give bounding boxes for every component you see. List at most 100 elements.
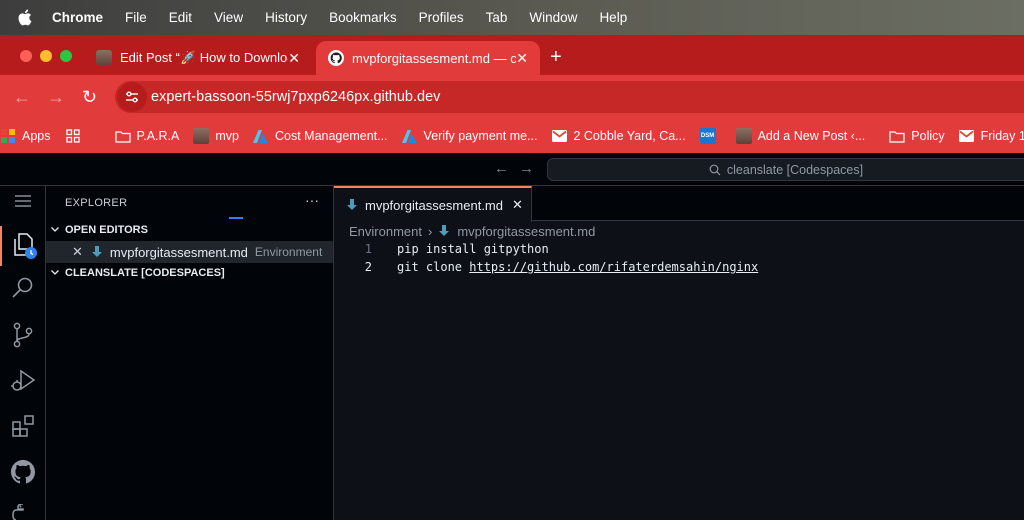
menu-view[interactable]: View bbox=[214, 10, 243, 25]
menu-history[interactable]: History bbox=[265, 10, 307, 25]
editor-tabs: mvpforgitassesment.md ✕ bbox=[334, 186, 1024, 222]
avatar-icon bbox=[96, 50, 112, 66]
open-editors-section[interactable]: OPEN EDITORS bbox=[46, 219, 334, 241]
menu-file[interactable]: File bbox=[125, 10, 147, 25]
menu-icon[interactable] bbox=[0, 194, 46, 208]
chevron-down-icon bbox=[50, 224, 62, 237]
code-text[interactable]: git clone https://github.com/rifaterdems… bbox=[397, 260, 758, 274]
gmail-icon bbox=[959, 128, 975, 144]
bookmark-cost-management[interactable]: Cost Management... bbox=[253, 128, 388, 144]
go-back-icon[interactable]: ← bbox=[494, 160, 509, 177]
dsm-icon: DSM bbox=[699, 128, 716, 144]
menu-bookmarks[interactable]: Bookmarks bbox=[329, 10, 397, 25]
code-text[interactable]: pip install gitpython bbox=[397, 242, 549, 256]
go-forward-icon[interactable]: → bbox=[519, 160, 534, 177]
editor-tab-label: mvpforgitassesment.md bbox=[365, 197, 503, 213]
open-editor-item[interactable]: ✕ mvpforgitassesment.md Environment bbox=[46, 241, 333, 263]
forward-arrow-icon[interactable]: → bbox=[47, 87, 65, 108]
bookmark-grid[interactable] bbox=[65, 128, 87, 144]
tab-title: Edit Post “🚀 How to Downloa bbox=[120, 50, 289, 65]
azure-icon bbox=[253, 128, 269, 144]
line-number: 1 bbox=[364, 242, 372, 256]
code-line[interactable]: 1 pip install gitpython bbox=[334, 240, 549, 258]
breadcrumb: Environment › mvpforgitassesment.md bbox=[349, 223, 595, 239]
github-icon bbox=[328, 50, 344, 66]
browser-tab-edit-post[interactable]: Edit Post “🚀 How to Downloa ✕ bbox=[84, 41, 312, 75]
code-command: git clone bbox=[397, 260, 470, 274]
bookmark-add-new-post[interactable]: Add a New Post ‹... bbox=[735, 128, 865, 144]
command-center-label: cleanslate [Codespaces] bbox=[726, 162, 864, 177]
code-line[interactable]: 2 git clone https://github.com/rifaterde… bbox=[334, 258, 758, 276]
breadcrumb-item[interactable]: Environment bbox=[349, 224, 422, 239]
editor-tab-active[interactable]: mvpforgitassesment.md ✕ bbox=[334, 186, 532, 222]
github-icon[interactable] bbox=[0, 460, 46, 484]
bookmark-cobble-yard[interactable]: 2 Cobble Yard, Ca... bbox=[551, 128, 686, 144]
gmail-icon bbox=[551, 128, 567, 144]
new-tab-button[interactable]: + bbox=[550, 46, 562, 69]
macos-menubar: Chrome File Edit View History Bookmarks … bbox=[0, 0, 1024, 35]
bookmark-apps[interactable]: Apps bbox=[0, 128, 51, 144]
explorer-sidebar: EXPLORER ··· OPEN EDITORS ✕ mvpforgitass… bbox=[46, 186, 334, 520]
bookmark-para[interactable]: P.A.R.A bbox=[114, 128, 179, 144]
maximize-window-button[interactable] bbox=[60, 50, 72, 62]
workspace-label: CLEANSLATE [CODESPACES] bbox=[65, 267, 225, 279]
command-center[interactable]: cleanslate [Codespaces] bbox=[547, 158, 1024, 181]
markdown-file-icon bbox=[438, 225, 450, 237]
minimize-window-button[interactable] bbox=[40, 50, 52, 62]
codespace-titlebar: ← → cleanslate [Codespaces] bbox=[0, 153, 1024, 186]
menu-tab[interactable]: Tab bbox=[486, 10, 508, 25]
azure-icon bbox=[402, 128, 418, 144]
folder-icon bbox=[889, 128, 905, 144]
bookmark-dsm[interactable]: DSM bbox=[699, 128, 722, 144]
more-actions-icon[interactable]: ··· bbox=[305, 192, 319, 208]
markdown-file-icon bbox=[346, 199, 358, 211]
address-text[interactable]: expert-bassoon-55rwj7pxp6246px.github.de… bbox=[151, 89, 440, 105]
apple-icon[interactable] bbox=[17, 9, 37, 26]
search-icon[interactable] bbox=[0, 276, 46, 300]
chevron-right-icon: › bbox=[427, 223, 433, 239]
workspace-section[interactable]: CLEANSLATE [CODESPACES] bbox=[46, 262, 334, 284]
reload-icon[interactable]: ↻ bbox=[82, 87, 97, 108]
close-tab-icon[interactable]: ✕ bbox=[288, 50, 300, 67]
source-control-icon[interactable] bbox=[0, 322, 46, 348]
back-arrow-icon[interactable]: ← bbox=[13, 87, 31, 108]
close-icon[interactable]: ✕ bbox=[72, 244, 83, 260]
search-icon bbox=[709, 164, 721, 176]
browser-tab-codespace[interactable]: mvpforgitassesment.md — cle ✕ bbox=[316, 41, 540, 75]
menu-chrome[interactable]: Chrome bbox=[52, 10, 103, 25]
activity-bar bbox=[0, 186, 46, 520]
browser-toolbar: ← → ↻ expert-bassoon-55rwj7pxp6246px.git… bbox=[0, 75, 1024, 119]
chevron-down-icon bbox=[50, 267, 62, 280]
bookmark-friday[interactable]: Friday 1 bbox=[959, 128, 1024, 144]
open-editor-filename: mvpforgitassesment.md bbox=[109, 244, 248, 260]
bookmark-policy[interactable]: Policy bbox=[889, 128, 945, 144]
bookmark-verify-payment[interactable]: Verify payment me... bbox=[402, 128, 537, 144]
menu-help[interactable]: Help bbox=[599, 10, 627, 25]
python-icon[interactable] bbox=[0, 504, 46, 520]
site-settings-icon[interactable] bbox=[117, 82, 147, 112]
open-editors-label: OPEN EDITORS bbox=[65, 224, 148, 236]
close-tab-icon[interactable]: ✕ bbox=[516, 50, 528, 67]
breadcrumb-item[interactable]: mvpforgitassesment.md bbox=[457, 224, 595, 239]
tab-strip: Edit Post “🚀 How to Downloa ✕ mvpforgita… bbox=[0, 35, 1024, 75]
avatar-icon bbox=[193, 128, 210, 144]
apps-grid-icon bbox=[0, 128, 16, 144]
close-icon[interactable]: ✕ bbox=[512, 197, 523, 213]
address-bar[interactable]: expert-bassoon-55rwj7pxp6246px.github.de… bbox=[115, 81, 1024, 113]
open-editor-description: Environment bbox=[254, 245, 323, 259]
bookmark-mvp[interactable]: mvp bbox=[193, 128, 239, 144]
avatar-icon bbox=[735, 128, 752, 144]
explorer-header: EXPLORER bbox=[65, 197, 128, 209]
code-link[interactable]: https://github.com/rifaterdemsahin/nginx bbox=[469, 260, 758, 274]
tab-title: mvpforgitassesment.md — cle bbox=[352, 50, 517, 66]
menu-window[interactable]: Window bbox=[529, 10, 577, 25]
menu-edit[interactable]: Edit bbox=[169, 10, 192, 25]
markdown-file-icon bbox=[91, 246, 103, 258]
menu-profiles[interactable]: Profiles bbox=[419, 10, 464, 25]
grid-icon bbox=[65, 128, 81, 144]
run-debug-icon[interactable] bbox=[0, 368, 46, 394]
extensions-icon[interactable] bbox=[0, 414, 46, 438]
close-window-button[interactable] bbox=[20, 50, 32, 62]
browser-frame: Edit Post “🚀 How to Downloa ✕ mvpforgita… bbox=[0, 35, 1024, 153]
explorer-icon[interactable] bbox=[0, 226, 46, 266]
